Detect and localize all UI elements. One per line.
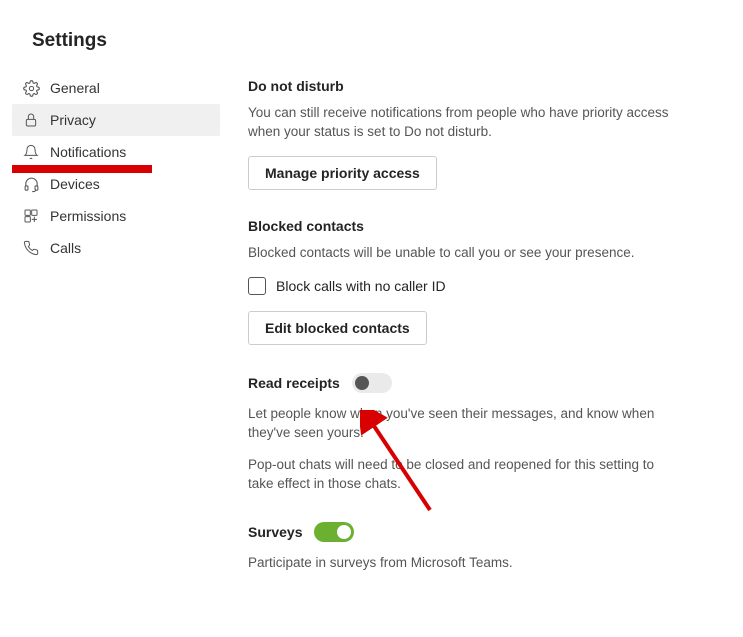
read-receipts-title: Read receipts bbox=[248, 375, 340, 391]
blocked-title: Blocked contacts bbox=[248, 218, 680, 234]
sidebar-item-label: Devices bbox=[50, 176, 100, 192]
dnd-desc: You can still receive notifications from… bbox=[248, 104, 680, 142]
manage-priority-access-button[interactable]: Manage priority access bbox=[248, 156, 437, 190]
gear-icon bbox=[22, 79, 40, 97]
phone-icon bbox=[22, 239, 40, 257]
surveys-title: Surveys bbox=[248, 524, 302, 540]
bell-icon bbox=[22, 143, 40, 161]
block-no-caller-id-label: Block calls with no caller ID bbox=[276, 278, 446, 294]
lock-icon bbox=[22, 111, 40, 129]
annotation-underline bbox=[12, 165, 152, 173]
read-receipts-desc-1: Let people know when you've seen their m… bbox=[248, 405, 680, 443]
apps-icon bbox=[22, 207, 40, 225]
sidebar-item-general[interactable]: General bbox=[12, 72, 220, 104]
read-receipts-toggle[interactable] bbox=[352, 373, 392, 393]
headset-icon bbox=[22, 175, 40, 193]
sidebar-item-label: Calls bbox=[50, 240, 81, 256]
surveys-section: Surveys Participate in surveys from Micr… bbox=[248, 522, 680, 573]
sidebar-item-permissions[interactable]: Permissions bbox=[12, 200, 220, 232]
sidebar-item-privacy[interactable]: Privacy bbox=[12, 104, 220, 136]
surveys-desc: Participate in surveys from Microsoft Te… bbox=[248, 554, 680, 573]
blocked-section: Blocked contacts Blocked contacts will b… bbox=[248, 218, 680, 345]
sidebar-item-label: Privacy bbox=[50, 112, 96, 128]
privacy-panel: Do not disturb You can still receive not… bbox=[220, 72, 720, 601]
block-no-caller-id-checkbox[interactable] bbox=[248, 277, 266, 295]
surveys-toggle[interactable] bbox=[314, 522, 354, 542]
blocked-desc: Blocked contacts will be unable to call … bbox=[248, 244, 680, 263]
page-title: Settings bbox=[32, 30, 743, 52]
sidebar-item-label: Permissions bbox=[50, 208, 126, 224]
edit-blocked-contacts-button[interactable]: Edit blocked contacts bbox=[248, 311, 427, 345]
sidebar-item-label: General bbox=[50, 80, 100, 96]
dnd-section: Do not disturb You can still receive not… bbox=[248, 78, 680, 190]
read-receipts-section: Read receipts Let people know when you'v… bbox=[248, 373, 680, 495]
sidebar-item-notifications[interactable]: Notifications bbox=[12, 136, 220, 168]
dnd-title: Do not disturb bbox=[248, 78, 680, 94]
sidebar-item-label: Notifications bbox=[50, 144, 126, 160]
read-receipts-desc-2: Pop-out chats will need to be closed and… bbox=[248, 456, 680, 494]
settings-sidebar: General Privacy Notifications Devices Pe bbox=[0, 72, 220, 601]
sidebar-item-calls[interactable]: Calls bbox=[12, 232, 220, 264]
